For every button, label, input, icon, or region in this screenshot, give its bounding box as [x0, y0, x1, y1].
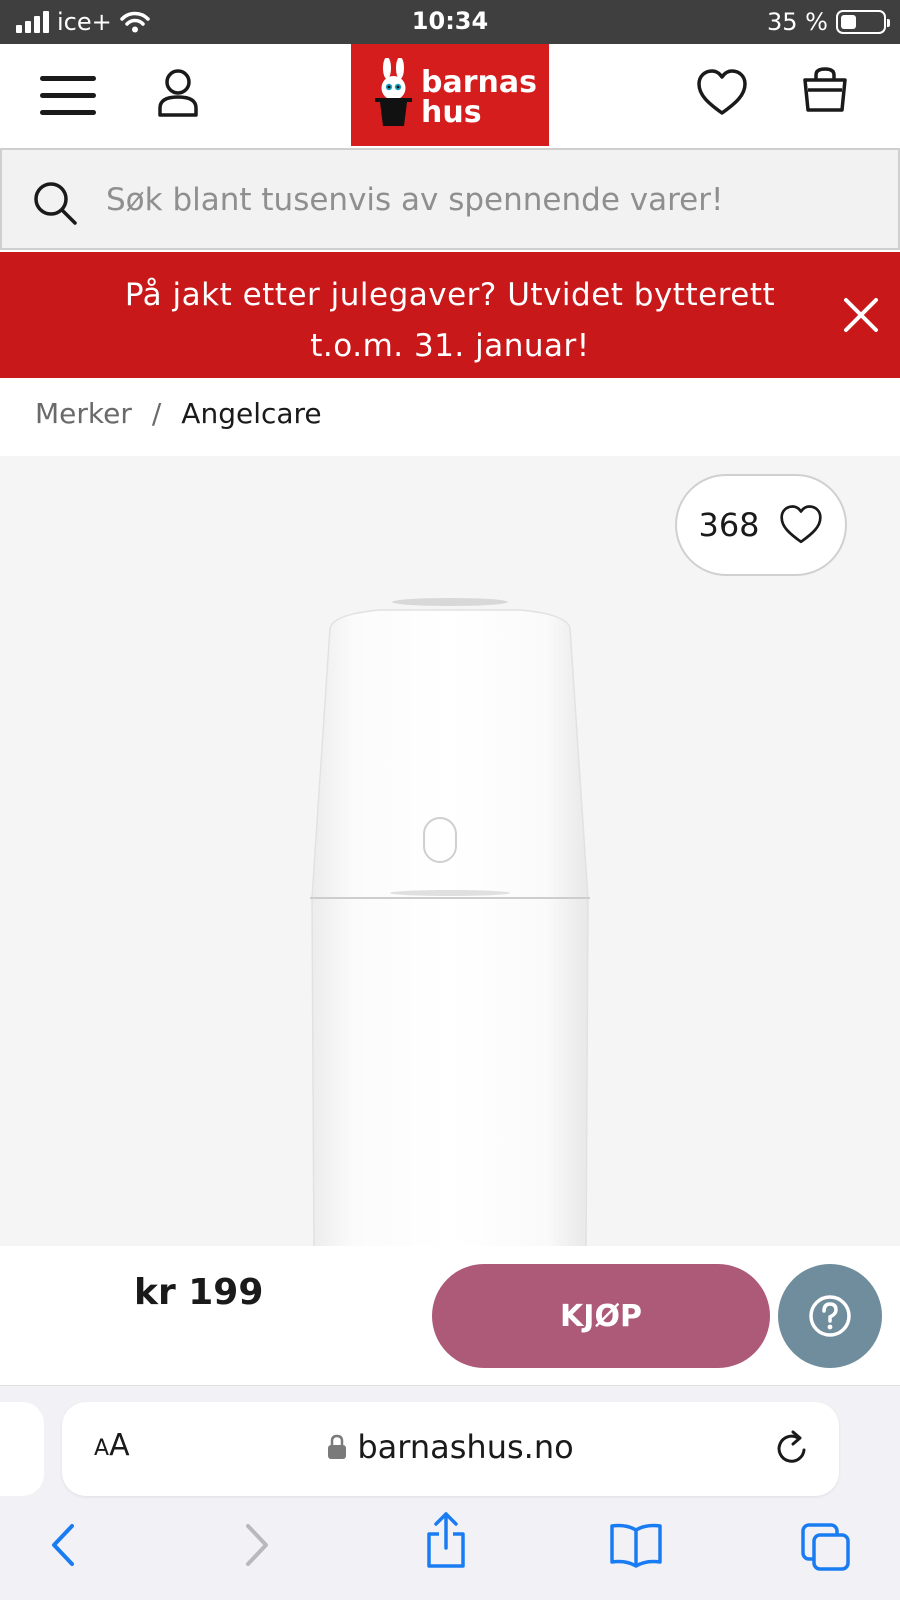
browser-chrome: AA barnashus.no — [0, 1386, 900, 1600]
forward-icon[interactable] — [242, 1522, 272, 1568]
search-bar — [0, 148, 900, 250]
url-text: barnashus.no — [357, 1428, 574, 1466]
buy-button[interactable]: KJØP — [432, 1264, 770, 1368]
barnashus-logo[interactable]: barnas hus — [351, 44, 549, 146]
breadcrumb-current: Angelcare — [181, 397, 322, 430]
tabs-icon[interactable] — [800, 1522, 852, 1572]
question-icon — [809, 1295, 851, 1337]
menu-icon[interactable] — [40, 76, 96, 116]
promo-line2: t.o.m. 31. januar! — [310, 328, 590, 364]
close-icon[interactable] — [842, 296, 880, 334]
browser-toolbar — [0, 1512, 900, 1582]
product-image-diaper-pail[interactable] — [290, 596, 610, 1246]
heart-icon — [779, 505, 822, 544]
promo-text: På jakt etter julegaver? Utvidet byttere… — [60, 270, 840, 372]
site-header: barnas hus — [0, 44, 900, 146]
promo-banner: På jakt etter julegaver? Utvidet byttere… — [0, 252, 900, 378]
back-icon[interactable] — [48, 1522, 78, 1568]
shopping-bag-icon[interactable] — [802, 66, 848, 120]
wishlist-count: 368 — [698, 506, 760, 544]
address-bar[interactable]: AA barnashus.no — [62, 1402, 839, 1496]
search-icon[interactable] — [32, 180, 78, 226]
status-right: 35 % — [767, 8, 890, 36]
breadcrumb: Merker / Angelcare — [35, 397, 322, 430]
status-bar: ice+ 10:34 35 % — [0, 0, 900, 44]
clock: 10:34 — [411, 7, 489, 35]
bookmarks-icon[interactable] — [608, 1522, 664, 1568]
reload-icon[interactable] — [773, 1428, 811, 1468]
share-icon[interactable] — [424, 1510, 468, 1570]
help-button[interactable] — [778, 1264, 882, 1368]
buy-bar: kr 199 KJØP — [0, 1246, 900, 1386]
battery-icon — [836, 10, 890, 34]
breadcrumb-merker[interactable]: Merker — [35, 397, 132, 430]
promo-line1: På jakt etter julegaver? Utvidet byttere… — [124, 277, 776, 313]
url-display[interactable]: barnashus.no — [62, 1428, 839, 1466]
lock-icon — [328, 1434, 347, 1459]
logo-line1: barnas — [421, 65, 537, 100]
bunny-in-hat-icon — [375, 58, 412, 126]
battery-percent: 35 % — [767, 8, 828, 36]
wishlist-count-button[interactable]: 368 — [675, 474, 847, 576]
user-account-icon[interactable] — [156, 68, 200, 118]
search-input[interactable] — [106, 174, 876, 226]
previous-tab-card[interactable] — [0, 1402, 44, 1496]
logo-line2: hus — [421, 95, 482, 130]
breadcrumb-separator: / — [151, 397, 162, 430]
wishlist-heart-icon[interactable] — [696, 68, 748, 118]
logo-text: barnas hus — [421, 68, 537, 128]
product-image-area: 368 — [0, 456, 900, 1246]
product-price: kr 199 — [134, 1272, 264, 1313]
